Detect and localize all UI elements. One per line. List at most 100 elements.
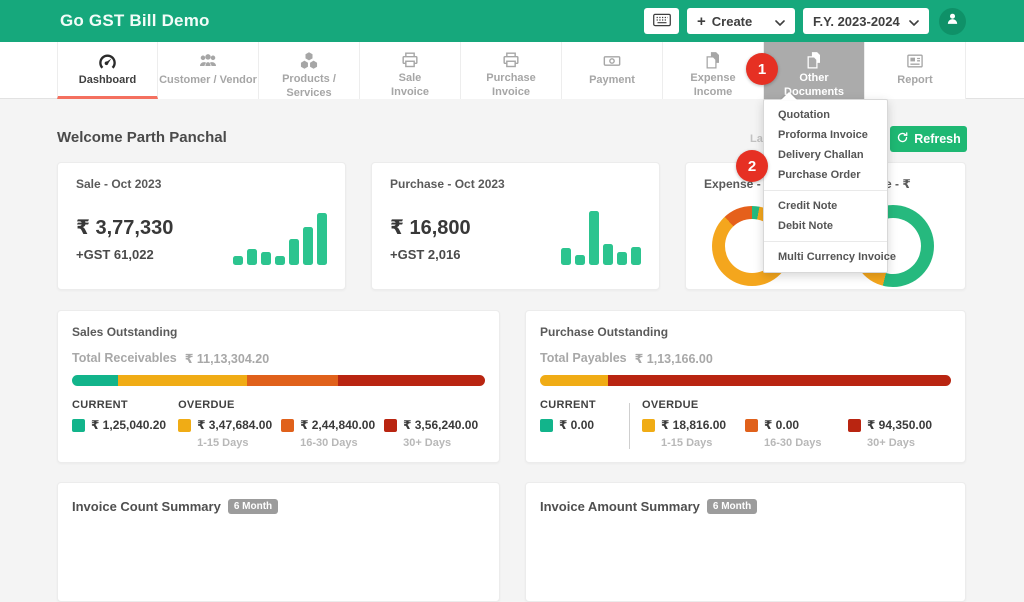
invoice-count-summary-card: Invoice Count Summary 6 Month: [57, 482, 500, 602]
tab-label: Products / Services: [282, 73, 336, 99]
invoice-amount-summary-title: Invoice Amount Summary: [540, 499, 700, 514]
report-icon: [904, 50, 926, 72]
plus-icon: +: [697, 12, 706, 30]
tab-products-services[interactable]: Products / Services: [259, 42, 360, 99]
aging-bar-segment: [540, 375, 609, 386]
legend-item-overdue-1: ₹ 18,816.00 1-15 Days: [642, 418, 745, 449]
legend-divider: [629, 403, 630, 449]
menu-item-debit-note[interactable]: Debit Note: [764, 216, 887, 236]
mini-bar: [261, 252, 271, 265]
sales-outstanding-title: Sales Outstanding: [72, 325, 178, 339]
total-receivables-label: Total Receivables: [72, 351, 177, 365]
invoice-count-summary-title: Invoice Count Summary: [72, 499, 221, 514]
tab-payment[interactable]: Payment: [562, 42, 663, 99]
purchase-summary-card: Purchase - Oct 2023 ₹ 16,800 +GST 2,016: [371, 162, 660, 290]
legend-item-overdue-2: ₹ 0.00 16-30 Days: [745, 418, 848, 449]
overdue-3-period: 30+ Days: [403, 437, 452, 449]
purchase-card-title: Purchase - Oct 2023: [390, 177, 505, 191]
menu-item-proforma-invoice[interactable]: Proforma Invoice: [764, 125, 887, 145]
user-icon: [945, 11, 960, 31]
sale-card-title: Sale - Oct 2023: [76, 177, 162, 191]
menu-item-purchase-order[interactable]: Purchase Order: [764, 165, 887, 185]
aging-bar-segment: [608, 375, 951, 386]
user-avatar[interactable]: [939, 7, 966, 35]
financial-year-dropdown[interactable]: F.Y. 2023-2024: [803, 8, 929, 34]
mini-bar: [617, 252, 627, 265]
keyboard-shortcuts-button[interactable]: [644, 8, 679, 34]
mini-bar: [603, 244, 613, 265]
documents-icon: [703, 50, 723, 70]
overdue-1-amount: ₹ 3,47,684.00: [197, 418, 273, 432]
current-swatch: [540, 418, 553, 432]
overdue-1-swatch: [642, 418, 655, 432]
aging-bar-segment: [72, 375, 119, 386]
overdue-1-swatch: [178, 418, 192, 432]
legend-item-overdue-3: ₹ 3,56,240.00 30+ Days: [384, 418, 487, 449]
banknote-icon: [601, 50, 623, 72]
mini-bar: [575, 255, 585, 265]
create-dropdown-button[interactable]: + Create: [687, 8, 795, 34]
header-controls: + Create F.Y. 2023-2024: [644, 7, 966, 35]
menu-item-delivery-challan[interactable]: Delivery Challan: [764, 145, 887, 165]
overdue-3-amount: ₹ 3,56,240.00: [403, 418, 479, 432]
tab-other-documents[interactable]: Other Documents: [764, 42, 865, 99]
sale-mini-bar-chart: [233, 213, 327, 265]
financial-year-value: F.Y. 2023-2024: [813, 13, 900, 29]
tab-report[interactable]: Report: [865, 42, 966, 99]
total-payables-value: ₹ 1,13,166.00: [634, 352, 713, 366]
sales-outstanding-card: Sales Outstanding Total Receivables ₹ 11…: [57, 310, 500, 463]
current-amount: ₹ 0.00: [559, 418, 595, 432]
users-icon: [197, 50, 219, 72]
mini-bar: [303, 227, 313, 265]
menu-divider: [764, 241, 887, 242]
overdue-label: OVERDUE: [178, 399, 235, 411]
legend-item-current: ₹ 0.00: [540, 418, 629, 432]
create-label: Create: [711, 13, 753, 29]
menu-item-quotation[interactable]: Quotation: [764, 105, 887, 125]
mini-bar: [233, 256, 243, 265]
refresh-button[interactable]: Refresh: [890, 126, 967, 152]
total-receivables-value: ₹ 11,13,304.20: [184, 352, 270, 366]
tab-customer-vendor[interactable]: Customer / Vendor: [158, 42, 259, 99]
main-nav: Dashboard Customer / Vendor Products / S…: [0, 42, 1024, 99]
sale-summary-card: Sale - Oct 2023 ₹ 3,77,330 +GST 61,022: [57, 162, 346, 290]
menu-item-credit-note[interactable]: Credit Note: [764, 196, 887, 216]
tab-purchase-invoice[interactable]: Purchase Invoice: [461, 42, 562, 99]
overdue-2-swatch: [281, 418, 295, 432]
keyboard-icon: [652, 13, 671, 30]
overdue-2-period: 16-30 Days: [764, 437, 822, 449]
step-2-marker: 2: [736, 150, 768, 182]
menu-item-multi-currency-invoice[interactable]: Multi Currency Invoice: [764, 247, 896, 267]
total-payables-label: Total Payables: [540, 351, 627, 365]
overdue-2-swatch: [745, 418, 758, 432]
legend-item-overdue-1: ₹ 3,47,684.00 1-15 Days: [178, 418, 281, 449]
app-title: Go GST Bill Demo: [60, 11, 210, 30]
purchase-outstanding-title: Purchase Outstanding: [540, 325, 669, 339]
legend-item-overdue-2: ₹ 2,44,840.00 16-30 Days: [281, 418, 384, 449]
dashboard-gauge-icon: [97, 50, 118, 72]
tab-dashboard[interactable]: Dashboard: [57, 42, 158, 99]
tab-label: Report: [897, 74, 933, 86]
legend-item-overdue-3: ₹ 94,350.00 30+ Days: [848, 418, 951, 449]
mini-bar: [631, 247, 641, 265]
overdue-3-period: 30+ Days: [867, 437, 916, 449]
legend-item-current: ₹ 1,25,040.20: [72, 418, 166, 432]
aging-bar-segment: [337, 375, 485, 386]
tab-label: Payment: [589, 74, 635, 86]
tab-label: Customer / Vendor: [159, 74, 257, 86]
refresh-icon: [896, 131, 909, 147]
tab-label: Purchase Invoice: [486, 72, 536, 98]
overdue-3-swatch: [848, 418, 861, 432]
overdue-1-amount: ₹ 18,816.00: [661, 418, 727, 432]
mini-bar: [275, 256, 285, 265]
tab-label: Dashboard: [78, 74, 137, 86]
menu-divider: [764, 190, 887, 191]
tab-label: Expense Income: [690, 72, 736, 98]
current-label: CURRENT: [72, 399, 128, 411]
mini-bar: [247, 249, 257, 265]
chevron-down-icon: [775, 14, 785, 29]
current-label: CURRENT: [540, 399, 596, 411]
income-title-fragment: e - ₹: [885, 177, 911, 191]
tab-sale-invoice[interactable]: Sale Invoice: [360, 42, 461, 99]
aging-bar-segment: [118, 375, 248, 386]
